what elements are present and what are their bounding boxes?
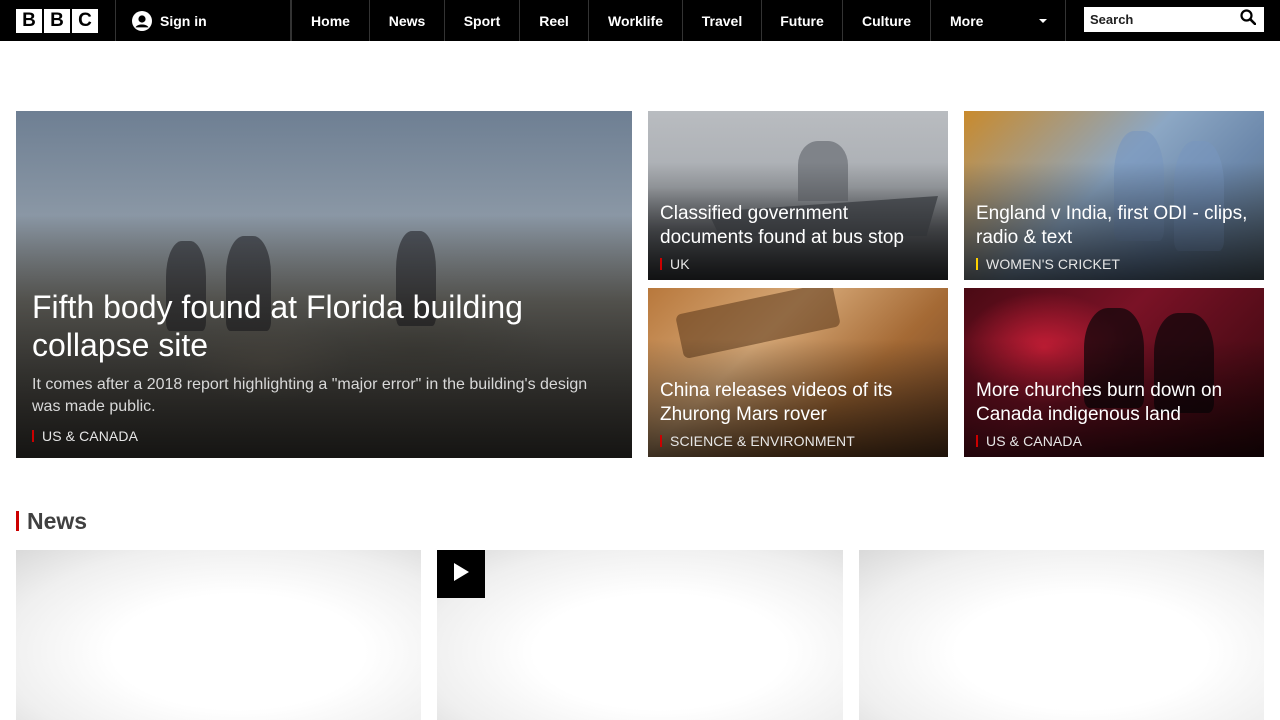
news-section-header[interactable]: News: [16, 507, 88, 534]
nav-item-worklife[interactable]: Worklife: [589, 0, 683, 41]
search-icon: [1240, 9, 1257, 30]
search-box: [1084, 7, 1264, 32]
logo-letter: B: [44, 8, 70, 33]
story-card[interactable]: China releases videos of its Zhurong Mar…: [648, 288, 948, 457]
search-input[interactable]: [1084, 7, 1234, 32]
story-headline[interactable]: More churches burn down on Canada indige…: [976, 379, 1252, 427]
section-accent-bar: [16, 511, 19, 531]
story-card[interactable]: England v India, first ODI - clips, radi…: [964, 111, 1264, 280]
story-section-tag[interactable]: WOMEN'S CRICKET: [976, 256, 1252, 272]
nav-item-culture[interactable]: Culture: [843, 0, 931, 41]
story-card[interactable]: Classified government documents found at…: [648, 111, 948, 280]
nav-more-dropdown[interactable]: More: [931, 0, 1066, 41]
user-icon: [132, 10, 152, 31]
news-section-title: News: [27, 507, 88, 534]
bbc-logo[interactable]: B B C: [0, 0, 116, 41]
story-headline[interactable]: England v India, first ODI - clips, radi…: [976, 202, 1252, 250]
top-story-headline[interactable]: Fifth body found at Florida building col…: [32, 288, 616, 364]
top-story-card[interactable]: Fifth body found at Florida building col…: [16, 111, 632, 458]
story-headline[interactable]: China releases videos of its Zhurong Mar…: [660, 379, 936, 427]
story-headline[interactable]: Classified government documents found at…: [660, 202, 936, 250]
sign-in-link[interactable]: Sign in: [116, 0, 291, 41]
top-story-section-tag[interactable]: US & CANADA: [32, 428, 616, 444]
nav-item-home[interactable]: Home: [291, 0, 370, 41]
nav-item-news[interactable]: News: [370, 0, 445, 41]
sign-in-label: Sign in: [160, 12, 207, 29]
play-button[interactable]: [437, 550, 485, 598]
news-card-image-placeholder[interactable]: [859, 550, 1264, 720]
main-nav: Home News Sport Reel Worklife Travel Fut…: [291, 0, 1066, 41]
top-story-summary: It comes after a 2018 report highlightin…: [32, 376, 588, 415]
logo-letter: C: [72, 8, 98, 33]
nav-item-future[interactable]: Future: [762, 0, 843, 41]
nav-item-reel[interactable]: Reel: [520, 0, 589, 41]
nav-item-sport[interactable]: Sport: [445, 0, 520, 41]
news-card-video-placeholder[interactable]: [437, 550, 843, 720]
nav-more-label: More: [950, 12, 984, 29]
story-section-tag[interactable]: US & CANADA: [976, 433, 1252, 449]
play-icon: [452, 562, 470, 587]
story-section-tag[interactable]: SCIENCE & ENVIRONMENT: [660, 433, 936, 449]
news-card-image-placeholder[interactable]: [16, 550, 421, 720]
top-navigation-bar: B B C Sign in Home News Sport Reel Workl…: [0, 0, 1280, 41]
search-button[interactable]: [1234, 7, 1262, 32]
story-card[interactable]: More churches burn down on Canada indige…: [964, 288, 1264, 457]
logo-letter: B: [16, 8, 42, 33]
story-section-tag[interactable]: UK: [660, 256, 936, 272]
chevron-down-icon: [1039, 18, 1047, 23]
nav-item-travel[interactable]: Travel: [683, 0, 762, 41]
